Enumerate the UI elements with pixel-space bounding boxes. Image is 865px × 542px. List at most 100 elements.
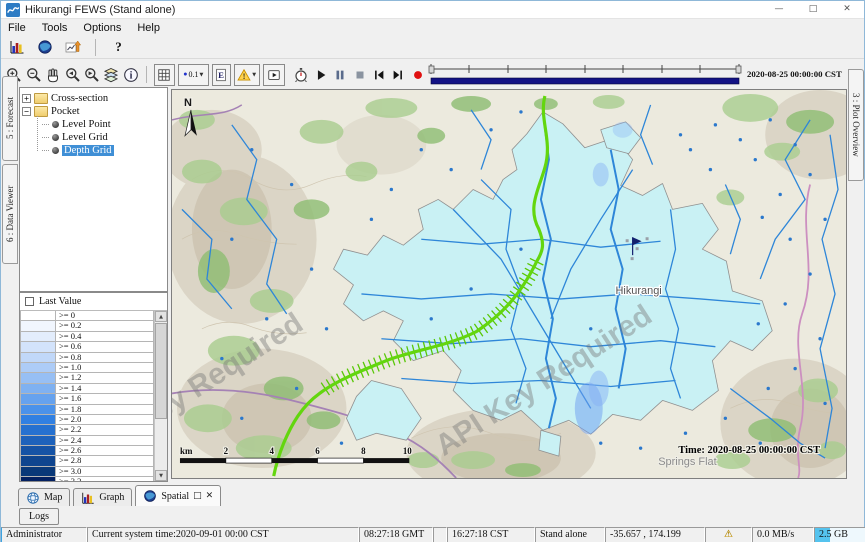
tab-restore-icon[interactable]: □ <box>193 491 202 501</box>
main-toolbar: ? <box>1 36 864 58</box>
tree-children: Level Point Level Grid Depth Grid <box>34 118 165 157</box>
legend-row[interactable]: >= 1.0 <box>20 363 154 373</box>
legend-row[interactable]: >= 0.8 <box>20 353 154 363</box>
legend-row[interactable]: >= 3.0 <box>20 467 154 477</box>
tab-close-icon[interactable]: ✕ <box>206 491 214 501</box>
legend-swatch <box>20 446 56 456</box>
legend-header: Last Value <box>20 293 167 311</box>
spatial-globe-icon[interactable] <box>34 35 55 59</box>
legend-row[interactable]: >= 1.4 <box>20 384 154 394</box>
scale-tick-label: 4 <box>269 446 274 456</box>
legend-row[interactable]: >= 1.2 <box>20 373 154 383</box>
tree-item-level-grid[interactable]: Level Grid <box>34 131 165 144</box>
tree-item-pocket[interactable]: − Pocket <box>22 105 165 118</box>
svg-text:N: N <box>184 97 192 109</box>
last-value-label: Last Value <box>39 296 81 307</box>
legend-scrollbar[interactable]: ▲ ▼ <box>154 311 167 481</box>
timeline-slider[interactable] <box>427 62 743 88</box>
pan-hand-icon[interactable] <box>44 63 62 87</box>
label-toggle-icon[interactable] <box>212 64 231 86</box>
legend-row[interactable]: >= 2.0 <box>20 415 154 425</box>
scrollbar-thumb[interactable] <box>155 323 167 419</box>
warning-dropdown-icon[interactable]: ▼ <box>234 64 260 86</box>
timeseries-import-icon[interactable] <box>62 35 83 59</box>
zoom-out-icon[interactable] <box>24 63 42 87</box>
tab-map[interactable]: Map <box>18 488 70 506</box>
help-icon[interactable]: ? <box>108 35 129 59</box>
legend-row[interactable]: >= 0.4 <box>20 332 154 342</box>
layers-icon[interactable] <box>102 63 120 87</box>
expander-icon[interactable]: + <box>22 94 31 103</box>
legend-row[interactable]: >= 0.2 <box>20 321 154 331</box>
sidebar-tab-data-viewer[interactable]: 6 : Data Viewer <box>2 164 18 264</box>
class-scale-dropdown[interactable]: ● 0.1 ▼ <box>178 64 210 86</box>
last-value-checkbox[interactable] <box>25 297 34 306</box>
legend-swatch <box>20 477 56 481</box>
zoom-previous-icon[interactable] <box>63 63 81 87</box>
sidebar-tab-plot-overview[interactable]: 3 : Plot Overview <box>848 69 864 181</box>
toolbar-datetime: 2020-08-25 00:00:00 CST <box>747 69 842 79</box>
previous-step-icon[interactable] <box>370 63 388 87</box>
statusbar-warning-icon[interactable]: ⚠ <box>705 527 752 542</box>
animation-settings-icon[interactable] <box>292 63 310 87</box>
titlebar[interactable]: Hikurangi FEWS (Stand alone) — □ ✕ <box>1 1 864 19</box>
movie-export-icon[interactable] <box>263 64 285 86</box>
close-button[interactable]: ✕ <box>830 1 864 18</box>
menu-tools[interactable]: Tools <box>42 22 68 34</box>
tree-item-label: Pocket <box>51 106 80 117</box>
tree-item-level-point[interactable]: Level Point <box>34 118 165 131</box>
scale-value: 0.1 <box>188 70 198 79</box>
legend-row[interactable]: >= 1.8 <box>20 405 154 415</box>
timeline-period-bar[interactable] <box>431 78 739 84</box>
tree-item-depth-grid[interactable]: Depth Grid <box>34 144 165 157</box>
globe-wire-icon <box>26 491 40 505</box>
legend-row[interactable]: >= 2.8 <box>20 456 154 466</box>
play-icon[interactable] <box>311 63 329 87</box>
legend-row[interactable]: >= 2.6 <box>20 446 154 456</box>
logs-button[interactable]: Logs <box>19 508 59 525</box>
menu-file[interactable]: File <box>8 22 26 34</box>
chevron-down-icon: ▼ <box>199 72 203 78</box>
legend-swatch <box>20 415 56 425</box>
menu-options[interactable]: Options <box>83 22 121 34</box>
map-viewport[interactable]: API Key Required API Key Required N km 2 <box>171 89 847 479</box>
legend-row[interactable]: >= 2.2 <box>20 425 154 435</box>
legend-row[interactable]: >= 2.4 <box>20 436 154 446</box>
sidebar-tab-label: 3 : Plot Overview <box>851 93 861 157</box>
scroll-down-icon[interactable]: ▼ <box>155 470 167 481</box>
tree-item-cross-section[interactable]: + Cross-section <box>22 92 165 105</box>
sidebar-tab-label: 5 : Forecast <box>5 98 15 140</box>
statusbar-gmt-time: 08:27:18 GMT <box>359 527 433 542</box>
tab-graph[interactable]: Graph <box>73 488 132 506</box>
legend-row[interactable]: >= 0 <box>20 311 154 321</box>
tree-item-label: Cross-section <box>51 93 108 104</box>
tree-item-label: Level Grid <box>62 132 108 143</box>
legend-swatch <box>20 353 56 363</box>
maximize-button[interactable]: □ <box>796 1 830 18</box>
map-tool-buttons: ● 0.1 ▼ ▼ <box>5 62 427 87</box>
legend-row[interactable]: >= 3.2 <box>20 477 154 481</box>
chevron-down-icon: ▼ <box>252 72 256 78</box>
tab-spatial[interactable]: Spatial □ ✕ <box>135 485 221 506</box>
scroll-up-icon[interactable]: ▲ <box>155 311 167 322</box>
expander-icon[interactable]: − <box>22 107 31 116</box>
legend-swatch <box>20 456 56 466</box>
legend-row[interactable]: >= 0.6 <box>20 342 154 352</box>
zoom-next-icon[interactable] <box>83 63 101 87</box>
folder-icon <box>34 93 48 104</box>
timeline-left-handle[interactable] <box>429 66 434 73</box>
minimize-button[interactable]: — <box>762 1 796 18</box>
legend-panel: Last Value >= 0 >= 0.2 >= 0.4 >= 0.6 >= … <box>19 292 168 482</box>
timeline-right-handle[interactable] <box>736 66 741 73</box>
status-bar: Administrator Current system time:2020-0… <box>1 527 865 542</box>
next-step-icon[interactable] <box>389 63 407 87</box>
sidebar-tab-forecast[interactable]: 5 : Forecast <box>2 76 18 161</box>
menu-help[interactable]: Help <box>137 22 160 34</box>
grid-icon[interactable] <box>154 64 174 86</box>
pause-icon[interactable] <box>331 63 349 87</box>
record-icon[interactable] <box>409 63 427 87</box>
timeseries-bars-icon[interactable] <box>6 35 27 59</box>
stop-icon[interactable] <box>350 63 368 87</box>
legend-row[interactable]: >= 1.6 <box>20 394 154 404</box>
info-icon[interactable] <box>122 63 140 87</box>
